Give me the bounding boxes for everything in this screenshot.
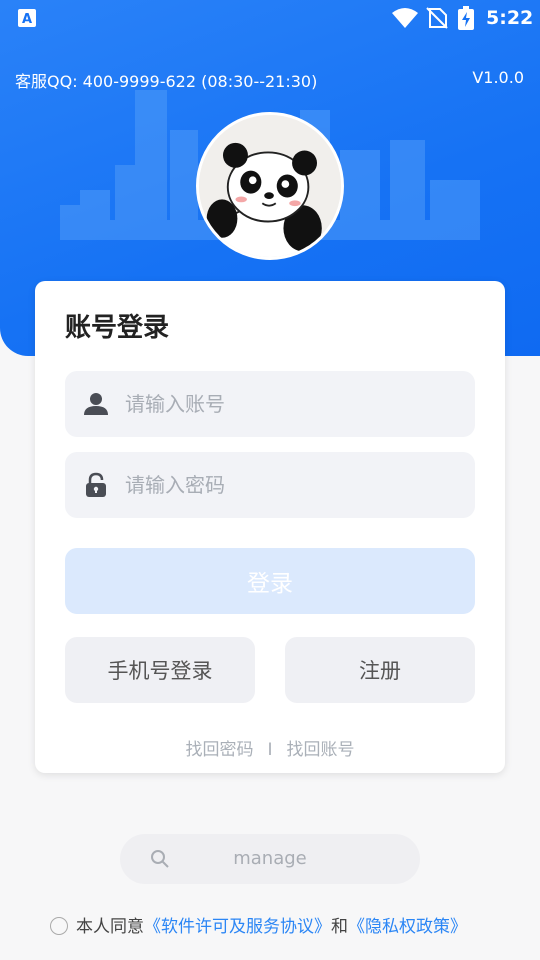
- link-separator: I: [267, 740, 273, 760]
- register-button[interactable]: 注册: [285, 637, 475, 703]
- password-field[interactable]: [65, 452, 475, 518]
- status-bar: A 5:22: [0, 0, 540, 36]
- agreement-row: 本人同意《软件许可及服务协议》和《隐私权政策》: [50, 912, 467, 937]
- status-time: 5:22: [486, 7, 534, 29]
- manage-label: manage: [233, 848, 307, 869]
- agreement-prefix: 本人同意: [76, 917, 144, 937]
- user-icon: [84, 393, 108, 415]
- customer-service-text: 客服QQ: 400-9999-622 (08:30--21:30): [15, 72, 318, 91]
- no-sim-icon: [426, 7, 448, 29]
- manage-button[interactable]: manage: [120, 834, 420, 884]
- login-button[interactable]: 登录: [65, 548, 475, 614]
- account-field[interactable]: [65, 371, 475, 437]
- battery-charging-icon: [458, 6, 474, 30]
- privacy-policy-link[interactable]: 《隐私权政策》: [348, 917, 467, 937]
- recovery-links: 找回密码 I 找回账号: [35, 735, 505, 760]
- login-card: 账号登录 登录 手机号登录 注册 找回密码 I 找回账号: [35, 281, 505, 773]
- panda-avatar: [196, 112, 344, 260]
- software-agreement-link[interactable]: 《软件许可及服务协议》: [144, 917, 331, 937]
- svg-text:A: A: [22, 12, 32, 27]
- panda-image: [199, 115, 341, 257]
- app-notification-icon: A: [18, 9, 36, 27]
- account-input[interactable]: [125, 371, 455, 437]
- forgot-account-link[interactable]: 找回账号: [287, 740, 355, 760]
- phone-login-button[interactable]: 手机号登录: [65, 637, 255, 703]
- lock-icon: [86, 472, 106, 497]
- agreement-and: 和: [331, 917, 348, 937]
- password-input[interactable]: [125, 452, 455, 518]
- login-title: 账号登录: [65, 313, 170, 343]
- wifi-icon: [392, 8, 418, 28]
- app-version: V1.0.0: [472, 68, 524, 87]
- forgot-password-link[interactable]: 找回密码: [185, 740, 253, 760]
- agreement-radio[interactable]: [50, 917, 68, 935]
